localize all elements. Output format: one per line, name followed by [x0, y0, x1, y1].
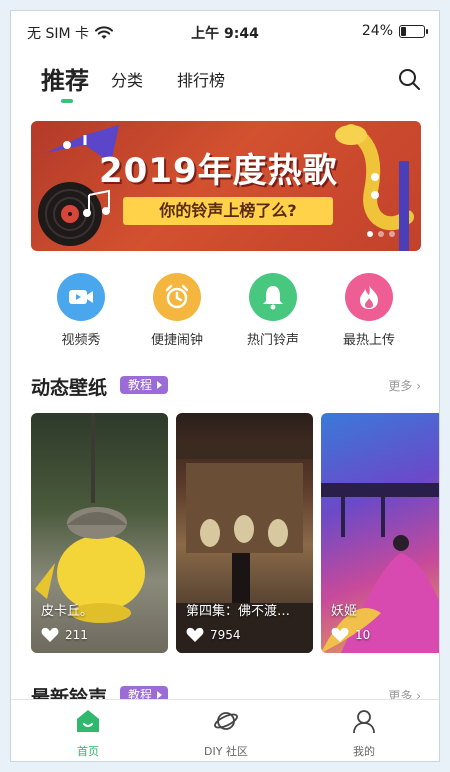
search-icon[interactable] — [397, 67, 421, 91]
quick-video-show[interactable]: 视频秀 — [36, 273, 126, 348]
pagination-dot — [367, 231, 373, 237]
nav-label: 首页 — [77, 745, 99, 758]
quick-label: 热门铃声 — [246, 333, 299, 348]
like-count: 7954 — [186, 627, 241, 643]
banner-title: 2019年度热歌 — [99, 151, 338, 191]
pagination-dot — [389, 231, 395, 237]
battery-icon — [399, 24, 428, 38]
like-count: 211 — [41, 627, 88, 643]
banner-pagination — [367, 231, 395, 237]
tab-ranking[interactable]: 排行榜 — [177, 67, 225, 91]
like-count-value: 211 — [65, 628, 88, 642]
music-notes-icon — [83, 189, 110, 217]
fire-icon — [345, 273, 393, 321]
active-tab-indicator — [61, 99, 73, 103]
video-icon — [57, 273, 105, 321]
app-frame: 无 SIM 卡 上午 9:44 24% 推荐 分类 排行榜 2019年度热歌 你… — [10, 10, 440, 762]
wallpaper-carousel[interactable]: 皮卡丘。 211 第四集：佛不渡… 7954 妖姬 10 — [31, 413, 439, 653]
wallpaper-name: 皮卡丘。 — [41, 604, 94, 619]
top-nav: 推荐 分类 排行榜 — [11, 59, 439, 109]
like-count: 10 — [331, 627, 370, 643]
heart-icon[interactable] — [186, 627, 204, 643]
quick-hot-upload[interactable]: 最热上传 — [324, 273, 414, 348]
status-bar: 无 SIM 卡 上午 9:44 24% — [11, 11, 439, 51]
wallpaper-section-header: 动态壁纸 教程 更多 › — [31, 373, 421, 403]
quick-actions: 视频秀 便捷闹钟 热门铃声 最热上传 — [11, 273, 439, 353]
battery-percent: 24% — [361, 23, 393, 39]
heart-icon[interactable] — [41, 627, 59, 643]
nav-home[interactable]: 首页 — [43, 708, 133, 759]
wallpaper-card[interactable]: 第四集：佛不渡… 7954 — [176, 413, 313, 653]
quick-alarm[interactable]: 便捷闹钟 — [132, 273, 222, 348]
wallpaper-name: 妖姬 — [331, 604, 358, 619]
like-count-value: 10 — [355, 628, 371, 642]
wallpaper-card[interactable]: 妖姬 10 — [321, 413, 439, 653]
more-link[interactable]: 更多 › — [388, 377, 421, 394]
banner-subtitle: 你的铃声上榜了么? — [123, 197, 333, 225]
nav-label: 我的 — [353, 745, 375, 758]
tab-category[interactable]: 分类 — [111, 67, 143, 91]
hero-banner[interactable]: 2019年度热歌 你的铃声上榜了么? — [31, 121, 421, 251]
wallpaper-name: 第四集：佛不渡… — [186, 604, 291, 619]
tutorial-badge[interactable]: 教程 — [120, 376, 169, 394]
quick-hot-ringtones[interactable]: 热门铃声 — [228, 273, 318, 348]
user-icon — [353, 710, 375, 734]
wallpaper-card[interactable]: 皮卡丘。 211 — [31, 413, 168, 653]
bell-icon — [249, 273, 297, 321]
quick-label: 最热上传 — [342, 333, 395, 348]
like-count-value: 7954 — [210, 628, 241, 642]
tab-recommend[interactable]: 推荐 — [41, 61, 89, 96]
section-title: 动态壁纸 — [31, 377, 108, 399]
planet-icon — [214, 712, 238, 730]
battery-fill — [401, 26, 406, 36]
pagination-dot — [378, 231, 384, 237]
home-icon — [77, 710, 99, 732]
heart-icon[interactable] — [331, 627, 349, 643]
quick-label: 便捷闹钟 — [150, 333, 203, 348]
nav-label: DIY 社区 — [204, 745, 248, 758]
nav-profile[interactable]: 我的 — [319, 708, 409, 759]
quick-label: 视频秀 — [61, 333, 101, 348]
alarm-clock-icon — [153, 273, 201, 321]
nav-diy-community[interactable]: DIY 社区 — [181, 708, 271, 759]
bottom-nav: 首页 DIY 社区 我的 — [11, 699, 439, 761]
